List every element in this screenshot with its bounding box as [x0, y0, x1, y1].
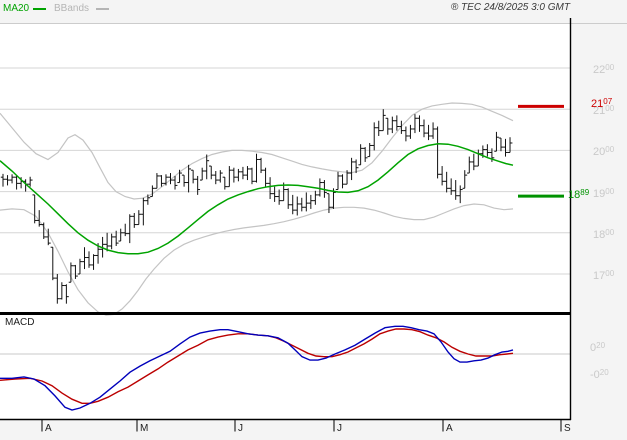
- copyright-text: ® TEC 24/8/2025 3:0 GMT: [450, 2, 570, 13]
- macd-axis-tick-neg: -020: [590, 368, 609, 381]
- legend-ma20-dash-icon: [33, 8, 46, 10]
- chart-root: MA20 BBands ® TEC 24/8/2025 3:0 GMT 2200…: [0, 0, 627, 440]
- macd-axis-tick-pos: 020: [590, 341, 606, 354]
- x-axis-label-august: A: [446, 423, 453, 434]
- resistance-level-label: 2107: [591, 97, 613, 110]
- x-axis-label-september: S: [564, 423, 571, 434]
- legend-bbands-dash-icon: [96, 8, 109, 10]
- price-axis-tick-2200: 2200: [593, 63, 615, 76]
- price-axis-tick-1700: 1700: [593, 269, 615, 282]
- x-axis-label-may: M: [140, 423, 149, 434]
- legend-bbands-label: BBands: [54, 3, 90, 14]
- x-axis-label-june: J: [238, 423, 243, 434]
- month-tick-marks: [41, 419, 562, 432]
- price-axis-tick-2000: 2000: [593, 145, 615, 158]
- price-axis-tick-1900: 1900: [593, 187, 615, 200]
- x-axis-label-july: J: [337, 423, 342, 434]
- chart-plot-svg: [0, 18, 627, 432]
- x-axis-label-april: A: [45, 423, 52, 434]
- macd-panel-title: MACD: [5, 317, 35, 328]
- price-axis-tick-1800: 1800: [593, 228, 615, 241]
- legend-ma20-label: MA20: [3, 3, 30, 14]
- support-level-label: 1889: [568, 188, 590, 201]
